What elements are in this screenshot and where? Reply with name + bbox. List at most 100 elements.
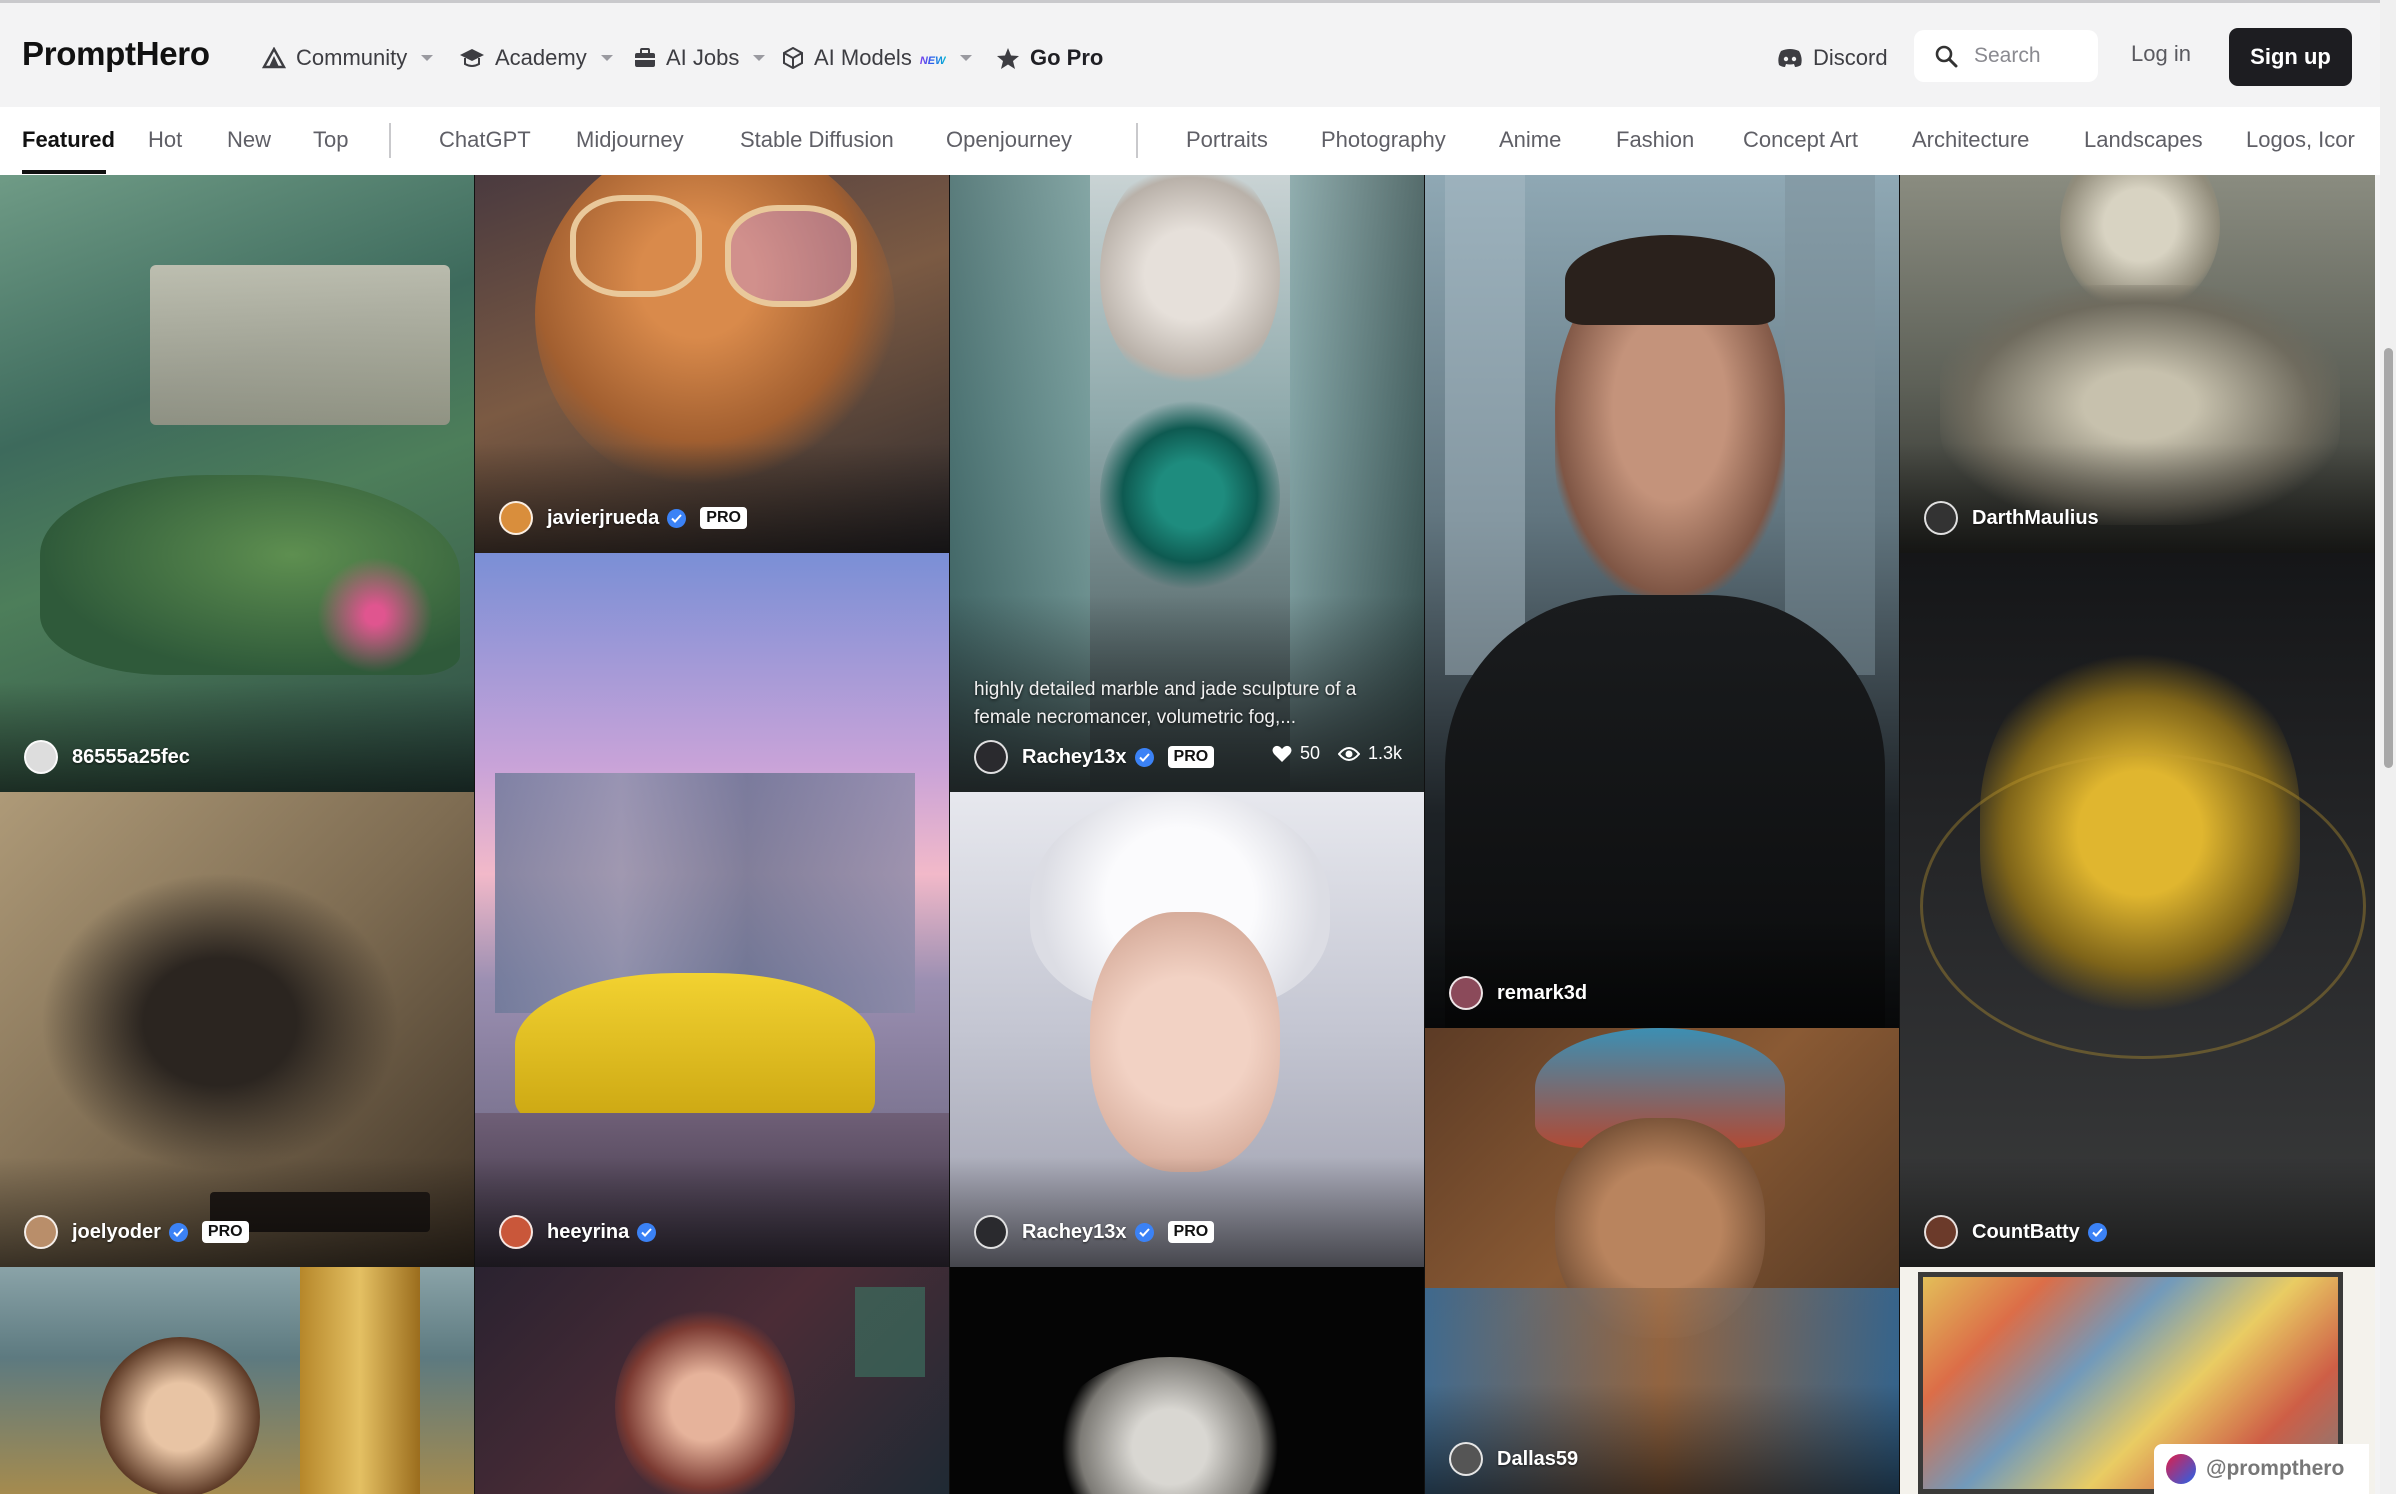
tab-featured[interactable]: Featured xyxy=(22,127,115,153)
tab-landscapes[interactable]: Landscapes xyxy=(2084,127,2203,153)
avatar xyxy=(974,740,1008,774)
search-input[interactable] xyxy=(1972,43,2086,69)
tab-new[interactable]: New xyxy=(227,127,271,153)
verified-badge-icon xyxy=(637,1222,657,1242)
image-card[interactable]: Rachey13x PRO xyxy=(950,792,1424,1267)
pro-badge: PRO xyxy=(1167,1221,1215,1243)
scrollbar-thumb[interactable] xyxy=(2384,348,2393,768)
card-author[interactable]: CountBatty xyxy=(1924,1215,2107,1249)
card-stats: 50 1.3k xyxy=(1272,743,1402,764)
author-name: remark3d xyxy=(1497,981,1588,1004)
briefcase-icon xyxy=(635,48,655,67)
author-name: heeyrina xyxy=(547,1220,630,1243)
view-count: 1.3k xyxy=(1367,743,1402,763)
nav-go-pro[interactable]: Go Pro xyxy=(996,41,1103,75)
image-card[interactable]: DarthMaulius xyxy=(1900,175,2375,553)
tab-fashion[interactable]: Fashion xyxy=(1616,127,1694,153)
tab-portraits[interactable]: Portraits xyxy=(1186,127,1268,153)
verified-badge-icon xyxy=(2087,1222,2107,1242)
tab-divider xyxy=(1136,123,1138,158)
logo[interactable]: PromptHero xyxy=(22,35,210,73)
nav-ai-jobs[interactable]: AI Jobs xyxy=(634,41,766,75)
new-badge: NEW xyxy=(919,55,946,67)
image-card[interactable]: remark3d xyxy=(1425,175,1899,1028)
pro-badge: PRO xyxy=(201,1221,249,1243)
signup-button[interactable]: Sign up xyxy=(2229,28,2352,86)
avatar xyxy=(1449,1442,1483,1476)
discord-link[interactable]: Discord xyxy=(1777,41,1888,75)
image-card[interactable]: highly detailed marble and jade sculptur… xyxy=(950,175,1424,792)
card-author[interactable]: Rachey13x PRO xyxy=(974,740,1215,774)
card-author[interactable]: DarthMaulius xyxy=(1924,501,2099,535)
eye-icon xyxy=(1337,746,1360,761)
tab-architecture[interactable]: Architecture xyxy=(1912,127,2029,153)
community-icon xyxy=(262,47,286,69)
tab-hot[interactable]: Hot xyxy=(148,127,182,153)
image-card[interactable]: javierjrueda PRO xyxy=(475,175,949,553)
pro-badge: PRO xyxy=(1167,746,1215,768)
author-name: Rachey13x xyxy=(1022,1220,1127,1243)
tab-divider xyxy=(389,123,391,158)
tab-chatgpt[interactable]: ChatGPT xyxy=(439,127,531,153)
card-shade xyxy=(475,1157,949,1267)
image-card[interactable] xyxy=(475,1267,949,1494)
verified-badge-icon xyxy=(1134,747,1154,767)
author-name: joelyoder xyxy=(72,1220,161,1243)
card-shade xyxy=(1425,1384,1899,1494)
card-author[interactable]: Rachey13x PRO xyxy=(974,1215,1215,1249)
verified-badge-icon xyxy=(1134,1222,1154,1242)
image-card[interactable]: CountBatty xyxy=(1900,553,2375,1267)
image-card[interactable] xyxy=(0,1267,474,1494)
verified-badge-icon xyxy=(667,508,687,528)
image-card[interactable]: 86555a25fec xyxy=(0,175,474,792)
discord-icon xyxy=(1778,49,1802,67)
nav-ai-jobs-label: AI Jobs xyxy=(666,45,740,70)
search-box[interactable] xyxy=(1914,30,2098,82)
heart-icon[interactable] xyxy=(1272,745,1292,763)
pro-badge: PRO xyxy=(700,507,747,529)
nav-ai-models[interactable]: AI Models NEW xyxy=(782,41,972,75)
like-count: 50 xyxy=(1299,743,1320,763)
author-name: Rachey13x xyxy=(1022,745,1127,768)
nav-community[interactable]: Community xyxy=(262,41,434,75)
academy-icon xyxy=(460,49,484,67)
category-tabs: Featured Hot New Top ChatGPT Midjourney … xyxy=(0,107,2380,175)
author-name: CountBatty xyxy=(1972,1220,2080,1243)
image-card[interactable]: Dallas59 xyxy=(1425,1028,1899,1494)
card-author[interactable]: joelyoder PRO xyxy=(24,1215,249,1249)
login-link[interactable]: Log in xyxy=(2131,41,2191,67)
image-card[interactable]: heeyrina xyxy=(475,553,949,1267)
tab-logos-icons[interactable]: Logos, Icor xyxy=(2246,127,2355,153)
tab-anime[interactable]: Anime xyxy=(1499,127,1561,153)
card-author[interactable]: remark3d xyxy=(1449,976,1587,1010)
tab-midjourney[interactable]: Midjourney xyxy=(576,127,684,153)
card-author[interactable]: Dallas59 xyxy=(1449,1442,1578,1476)
chevron-down-icon xyxy=(753,55,766,61)
avatar xyxy=(974,1215,1008,1249)
card-shade xyxy=(0,1157,474,1267)
nav-ai-models-label: AI Models xyxy=(814,45,912,70)
nav-academy-label: Academy xyxy=(495,45,587,70)
image-card[interactable] xyxy=(950,1267,1424,1494)
tab-top[interactable]: Top xyxy=(313,127,348,153)
card-author[interactable]: 86555a25fec xyxy=(24,740,190,774)
tab-concept-art[interactable]: Concept Art xyxy=(1743,127,1858,153)
avatar xyxy=(2166,1454,2196,1484)
chevron-down-icon xyxy=(959,55,972,61)
card-shade xyxy=(1425,918,1899,1028)
star-icon xyxy=(997,47,1019,69)
card-author[interactable]: javierjrueda PRO xyxy=(499,501,747,535)
avatar xyxy=(499,1215,533,1249)
tab-stable-diffusion[interactable]: Stable Diffusion xyxy=(740,127,894,153)
image-card[interactable]: joelyoder PRO xyxy=(0,792,474,1267)
tab-openjourney[interactable]: Openjourney xyxy=(946,127,1072,153)
active-tab-indicator xyxy=(22,170,106,174)
card-author[interactable]: heeyrina xyxy=(499,1215,657,1249)
nav-academy[interactable]: Academy xyxy=(459,41,613,75)
tab-photography[interactable]: Photography xyxy=(1321,127,1446,153)
card-shade xyxy=(1900,1157,2375,1267)
top-navbar: PromptHero Community Academy AI Jobs AI … xyxy=(0,0,2396,107)
nav-community-label: Community xyxy=(296,45,408,70)
author-name: Dallas59 xyxy=(1497,1447,1579,1470)
chevron-down-icon xyxy=(421,55,434,61)
